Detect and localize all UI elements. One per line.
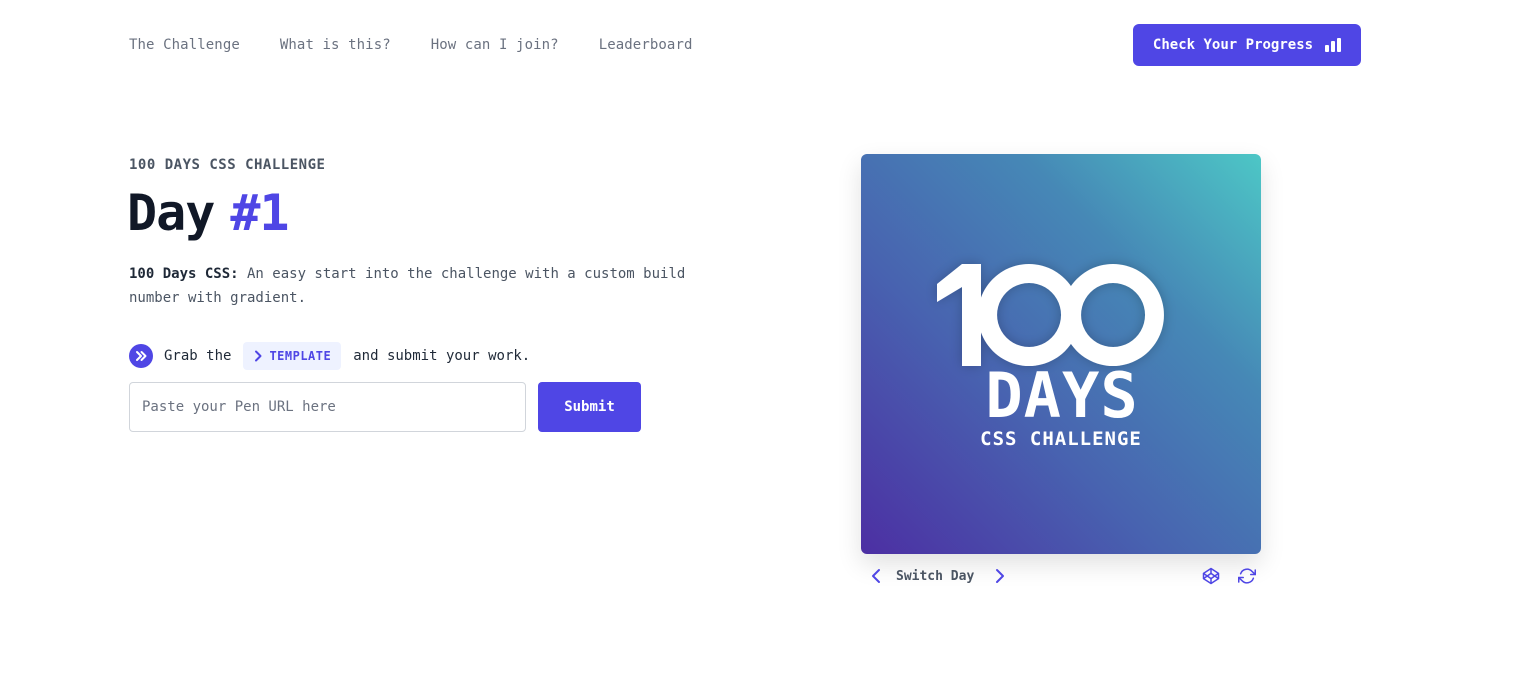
day-title-prefix: Day <box>127 184 215 242</box>
nav-link-the-challenge[interactable]: The Challenge <box>129 37 240 53</box>
grab-template-row: Grab the TEMPLATE and submit your work. <box>129 342 530 370</box>
day-description: 100 Days CSS: An easy start into the cha… <box>129 262 729 310</box>
top-nav: The Challenge What is this? How can I jo… <box>129 35 733 55</box>
check-progress-label: Check Your Progress <box>1152 37 1314 53</box>
page-title: Day #1 <box>127 182 290 244</box>
chevron-right-icon <box>255 350 262 362</box>
nav-link-what-is-this[interactable]: What is this? <box>280 37 391 53</box>
refresh-icon[interactable] <box>1236 565 1258 587</box>
double-chevron-right-icon <box>129 344 153 368</box>
chevron-right-icon[interactable] <box>990 564 1010 588</box>
day-number: #1 <box>230 184 289 242</box>
template-label: TEMPLATE <box>269 349 332 363</box>
description-lead: 100 Days CSS: <box>129 266 239 282</box>
template-link[interactable]: TEMPLATE <box>243 342 342 370</box>
day-preview-card: DAYS CSS CHALLENGE <box>861 154 1261 554</box>
chevron-left-icon[interactable] <box>866 564 886 588</box>
hundred-logo <box>937 264 1164 366</box>
switch-day-label: Switch Day <box>896 568 975 584</box>
grab-text-before: Grab the <box>164 348 232 364</box>
switch-day-control: Switch Day <box>866 564 1010 588</box>
css-challenge-subtitle: CSS CHALLENGE <box>980 428 1142 450</box>
pen-url-input[interactable] <box>129 382 526 432</box>
bar-chart-icon <box>1325 38 1342 52</box>
submit-button[interactable]: Submit <box>538 382 641 432</box>
nav-link-how-can-i-join[interactable]: How can I join? <box>431 37 559 53</box>
check-progress-button[interactable]: Check Your Progress <box>1133 24 1361 66</box>
days-word: DAYS <box>985 359 1139 432</box>
codepen-icon[interactable] <box>1200 565 1222 587</box>
page: The Challenge What is this? How can I jo… <box>0 0 1518 682</box>
nav-link-leaderboard[interactable]: Leaderboard <box>599 37 693 53</box>
grab-text-after: and submit your work. <box>353 348 531 364</box>
challenge-eyebrow: 100 DAYS CSS CHALLENGE <box>129 157 326 173</box>
